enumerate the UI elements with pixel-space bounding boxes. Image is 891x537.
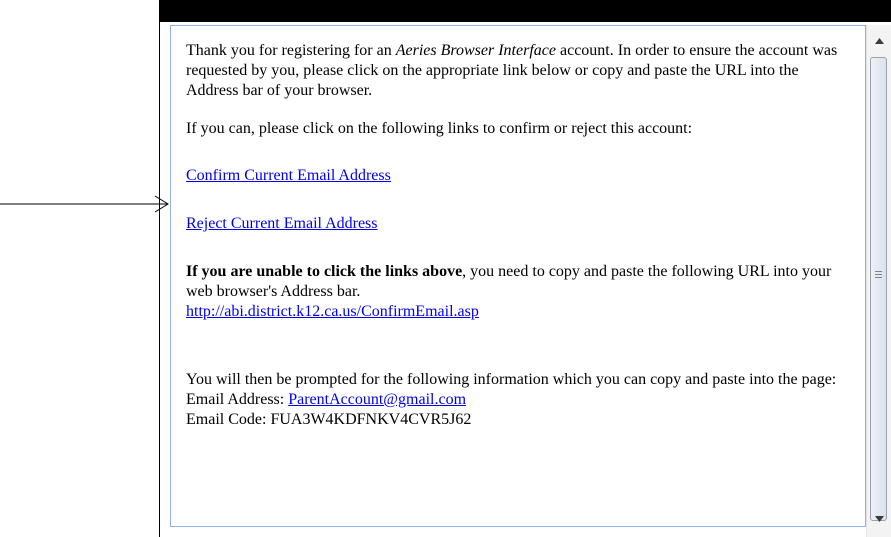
confirm-paragraph: Confirm Current Email Address xyxy=(186,166,846,186)
arrow-right-icon xyxy=(0,195,169,213)
thumb-grip-icon xyxy=(875,271,882,279)
window-left-edge xyxy=(159,22,160,537)
email-code-label: Email Code: xyxy=(186,411,271,428)
reject-email-link[interactable]: Reject Current Email Address xyxy=(186,215,378,232)
window-top-bar xyxy=(159,0,891,22)
prompt-paragraph: You will then be prompted for the follow… xyxy=(186,370,846,430)
email-body: Thank you for registering for an Aeries … xyxy=(186,41,846,430)
email-code-value: FUA3W4KDFNKV4CVR5J62 xyxy=(270,411,472,428)
email-address-label: Email Address: xyxy=(186,391,289,408)
vertical-scrollbar[interactable] xyxy=(866,25,891,537)
prompt-text: You will then be prompted for the follow… xyxy=(186,371,837,388)
unable-paragraph: If you are unable to click the links abo… xyxy=(186,262,846,322)
email-address-link[interactable]: ParentAccount@gmail.com xyxy=(288,391,466,408)
intro-text-start: Thank you for registering for an xyxy=(186,42,396,59)
confirm-email-link[interactable]: Confirm Current Email Address xyxy=(186,167,391,184)
scrollbar-thumb[interactable] xyxy=(870,57,887,521)
reject-paragraph: Reject Current Email Address xyxy=(186,214,846,234)
scroll-down-arrow-icon[interactable] xyxy=(871,511,887,527)
confirm-url-link[interactable]: http://abi.district.k12.ca.us/ConfirmEma… xyxy=(186,303,479,320)
unable-bold-text: If you are unable to click the links abo… xyxy=(186,263,463,280)
scroll-up-arrow-icon[interactable] xyxy=(871,33,887,49)
product-name: Aeries Browser Interface xyxy=(395,42,556,59)
links-intro-text: If you can, please click on the followin… xyxy=(186,120,693,137)
intro-paragraph: Thank you for registering for an Aeries … xyxy=(186,41,846,101)
